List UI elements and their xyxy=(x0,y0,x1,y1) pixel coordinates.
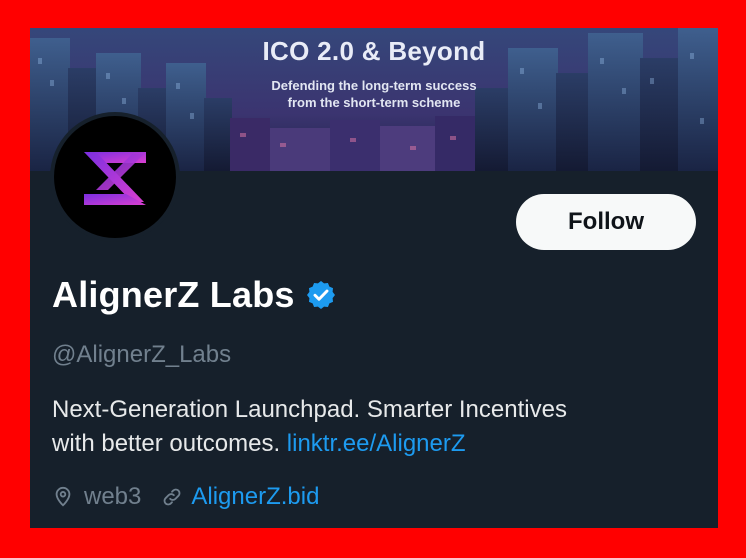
alignerz-logo-icon xyxy=(84,152,146,205)
verified-badge-icon[interactable] xyxy=(305,279,337,311)
profile-name-row: AlignerZ Labs xyxy=(52,274,337,316)
link-icon xyxy=(163,488,181,506)
avatar-image xyxy=(54,116,176,238)
profile-card: ICO 2.0 & Beyond Defending the long-term… xyxy=(30,28,718,528)
profile-name: AlignerZ Labs xyxy=(52,274,295,315)
profile-bio: Next-Generation Launchpad. Smarter Incen… xyxy=(52,393,692,461)
banner-subtitle-line-1: Defending the long-term success xyxy=(271,78,477,93)
bio-text-line-2: with better outcomes. xyxy=(52,430,281,457)
bio-text-line-1: Next-Generation Launchpad. Smarter Incen… xyxy=(52,396,567,423)
banner-title: ICO 2.0 & Beyond xyxy=(262,36,486,66)
profile-meta: web3 AlignerZ.bid xyxy=(52,483,319,511)
profile-location: web3 xyxy=(84,483,142,510)
profile-website-link[interactable]: AlignerZ.bid xyxy=(191,483,319,511)
follow-button[interactable]: Follow xyxy=(516,194,696,250)
profile-handle: @AlignerZ_Labs xyxy=(52,341,232,368)
bio-link[interactable]: linktr.ee/AlignerZ xyxy=(287,430,466,457)
banner-subtitle-line-2: from the short-term scheme xyxy=(287,95,461,110)
banner-subtitle: Defending the long-term success from the… xyxy=(30,77,718,111)
profile-avatar[interactable] xyxy=(50,112,180,242)
location-pin-icon xyxy=(55,486,71,507)
